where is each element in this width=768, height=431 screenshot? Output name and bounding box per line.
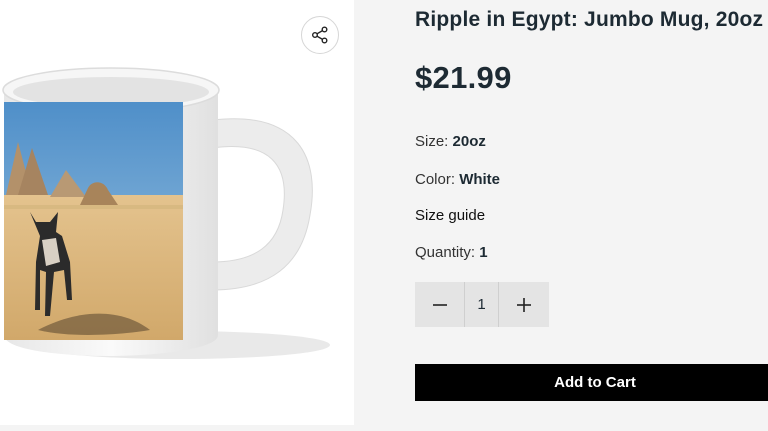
quantity-label: Quantity: — [415, 244, 476, 261]
size-option: Size: 20oz — [415, 133, 486, 150]
product-details: Ripple in Egypt: Jumbo Mug, 20oz $21.99 … — [415, 0, 768, 431]
add-to-cart-button[interactable]: Add to Cart — [415, 364, 768, 401]
quantity-input[interactable]: 1 — [464, 282, 499, 327]
share-button[interactable] — [301, 16, 339, 54]
color-label: Color: — [415, 171, 456, 188]
quantity-row: Quantity: 1 — [415, 244, 488, 261]
size-label: Size: — [415, 133, 449, 150]
size-value: 20oz — [452, 133, 486, 150]
product-price: $21.99 — [415, 60, 512, 95]
color-option: Color: White — [415, 171, 500, 188]
product-image-panel — [0, 0, 354, 425]
product-image-mug — [2, 67, 330, 359]
size-guide-link[interactable]: Size guide — [415, 207, 485, 224]
plus-icon — [516, 297, 531, 312]
minus-icon — [432, 303, 447, 306]
increment-button[interactable] — [499, 282, 548, 327]
color-value: White — [459, 171, 501, 188]
quantity-stepper: 1 — [415, 282, 549, 327]
quantity-value: 1 — [479, 244, 488, 261]
share-icon — [312, 26, 328, 44]
product-title: Ripple in Egypt: Jumbo Mug, 20oz — [415, 8, 764, 31]
decrement-button[interactable] — [415, 282, 464, 327]
